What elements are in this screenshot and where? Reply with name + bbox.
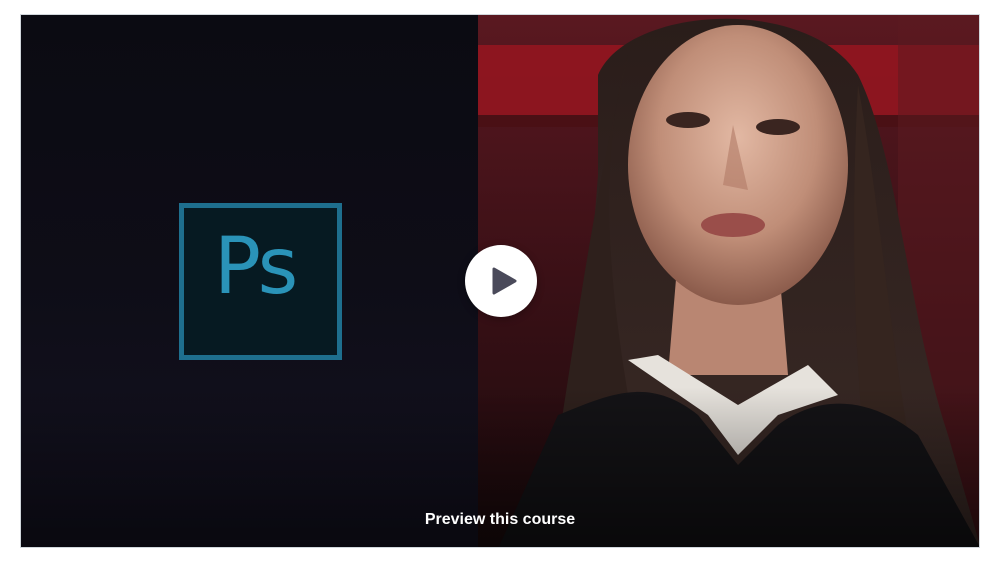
logo-text: Ps <box>214 222 298 312</box>
preview-course-label[interactable]: Preview this course <box>21 511 979 529</box>
course-preview-video[interactable]: Ps Preview this course <box>20 14 980 548</box>
play-icon <box>492 267 517 295</box>
portrait-photo-image <box>478 15 979 547</box>
portrait-photo <box>478 15 979 547</box>
thumbnail-left-panel: Ps <box>21 15 478 547</box>
play-button[interactable] <box>465 245 537 317</box>
photoshop-logo-icon: Ps <box>179 203 342 360</box>
